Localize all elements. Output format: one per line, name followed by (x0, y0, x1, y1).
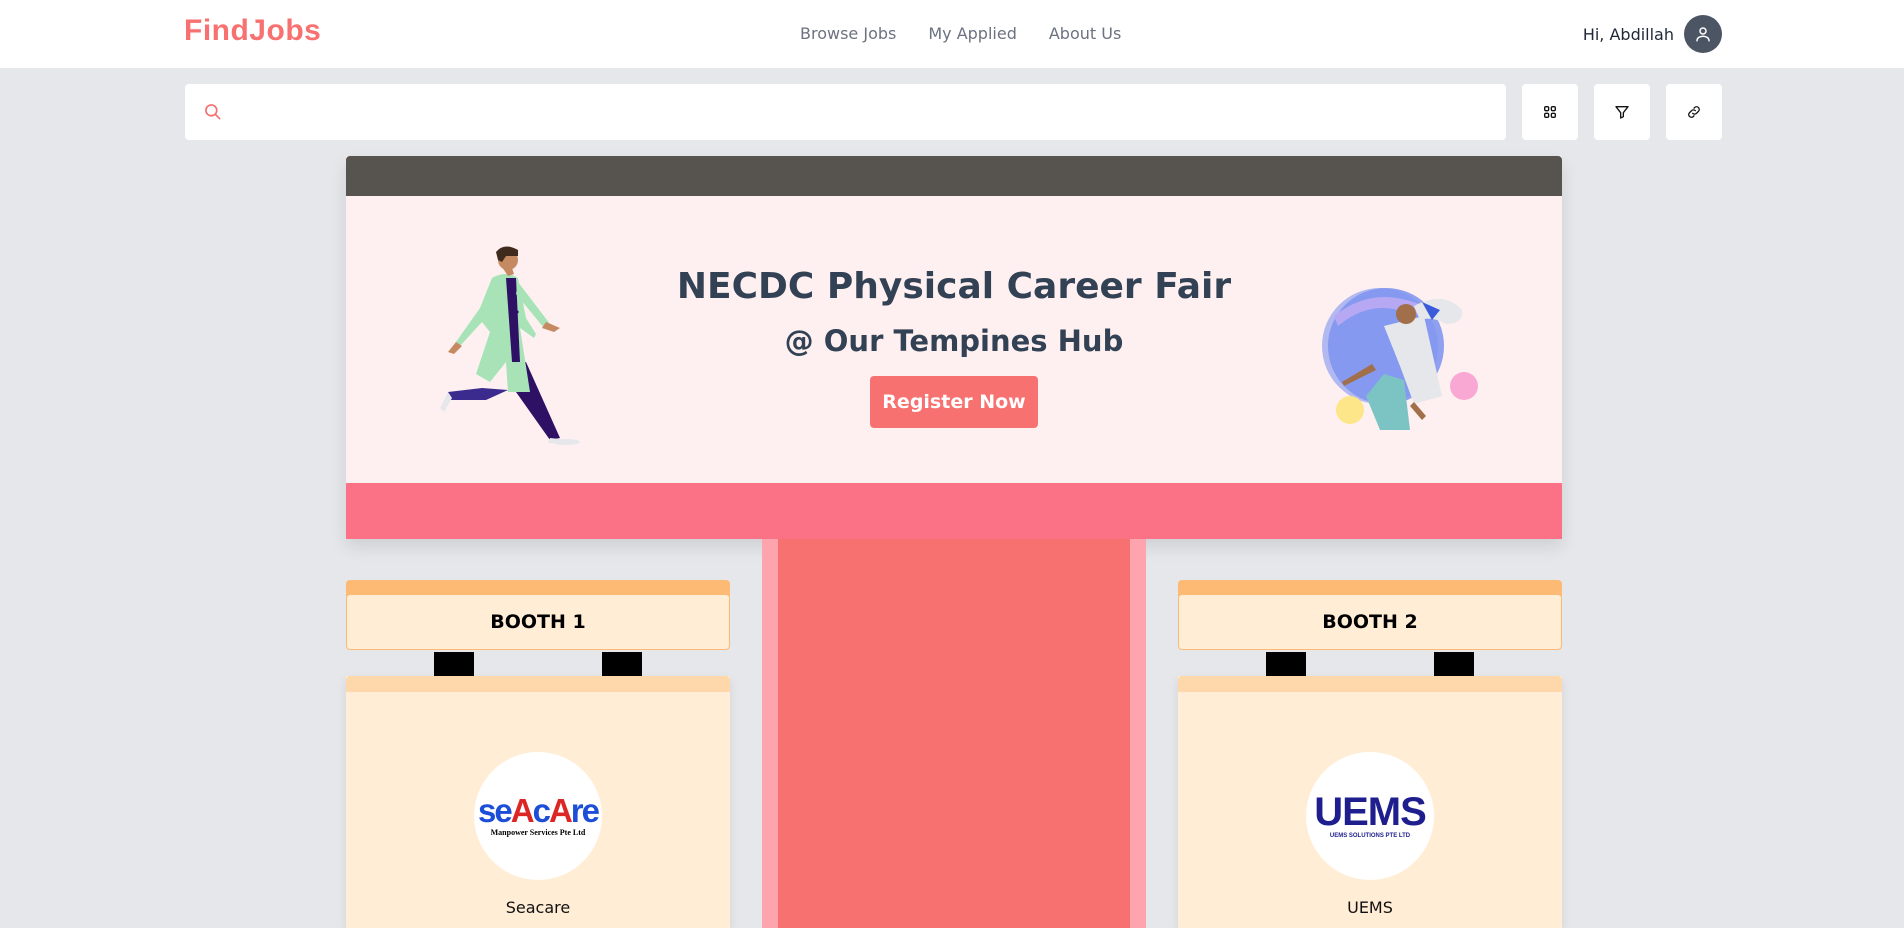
uems-logo-text: UEMS (1314, 790, 1427, 834)
filter-icon (1615, 106, 1629, 119)
uems-logo-subtext: UEMS SOLUTIONS PTE LTD (1329, 833, 1411, 839)
career-fair-banner: NECDC Physical Career Fair @ Our Tempine… (346, 156, 1562, 539)
seacare-logo-subtext: Manpower Services Pte Ltd (490, 828, 586, 837)
seacare-logo-text: seAcAre (478, 792, 600, 829)
red-carpet (778, 539, 1130, 928)
search-icon (205, 104, 221, 120)
user-greeting: Hi, Abdillah (1582, 24, 1674, 44)
booth-2-post-right (1434, 652, 1474, 676)
booth-1-company-name[interactable]: Seacare (346, 898, 730, 917)
banner-footer-strip (346, 483, 1562, 539)
seacare-logo[interactable]: seAcAre Manpower Services Pte Ltd (474, 752, 602, 880)
grid-icon (1544, 106, 1556, 118)
booth-2-post-left (1266, 652, 1306, 676)
user-icon (1696, 27, 1710, 42)
booth-1-post-right (602, 652, 642, 676)
uems-logo[interactable]: UEMS UEMS SOLUTIONS PTE LTD (1306, 752, 1434, 880)
booth-1-card[interactable]: seAcAre Manpower Services Pte Ltd Seacar… (346, 676, 730, 928)
woman-with-globe-illustration (1322, 288, 1478, 430)
filter-button[interactable] (1594, 84, 1650, 140)
booth-2-label: BOOTH 2 (1178, 594, 1562, 650)
findjobs-logo[interactable]: FindJobs (184, 14, 321, 48)
search-bar[interactable] (185, 84, 1506, 140)
booth-1-post-left (434, 652, 474, 676)
main-nav: Browse Jobs My Applied About Us (800, 24, 1121, 43)
nav-about-us[interactable]: About Us (1049, 24, 1121, 43)
booth-1-label: BOOTH 1 (346, 594, 730, 650)
copy-link-button[interactable] (1666, 84, 1722, 140)
link-icon (1688, 106, 1700, 118)
grid-view-button[interactable] (1522, 84, 1578, 140)
nav-browse-jobs[interactable]: Browse Jobs (800, 24, 896, 43)
booth-2-sign: BOOTH 2 (1178, 580, 1562, 652)
booth-2-card[interactable]: UEMS UEMS SOLUTIONS PTE LTD UEMS (1178, 676, 1562, 928)
top-navbar: FindJobs Browse Jobs My Applied About Us… (0, 0, 1904, 68)
booth-1-sign: BOOTH 1 (346, 580, 730, 652)
search-input[interactable] (235, 84, 1506, 140)
user-avatar[interactable] (1684, 15, 1722, 53)
booth-2-company-name[interactable]: UEMS (1178, 898, 1562, 917)
register-now-button[interactable]: Register Now (870, 376, 1038, 428)
user-menu[interactable]: Hi, Abdillah (1583, 15, 1722, 53)
banner-roof (346, 156, 1562, 196)
nav-my-applied[interactable]: My Applied (928, 24, 1017, 43)
